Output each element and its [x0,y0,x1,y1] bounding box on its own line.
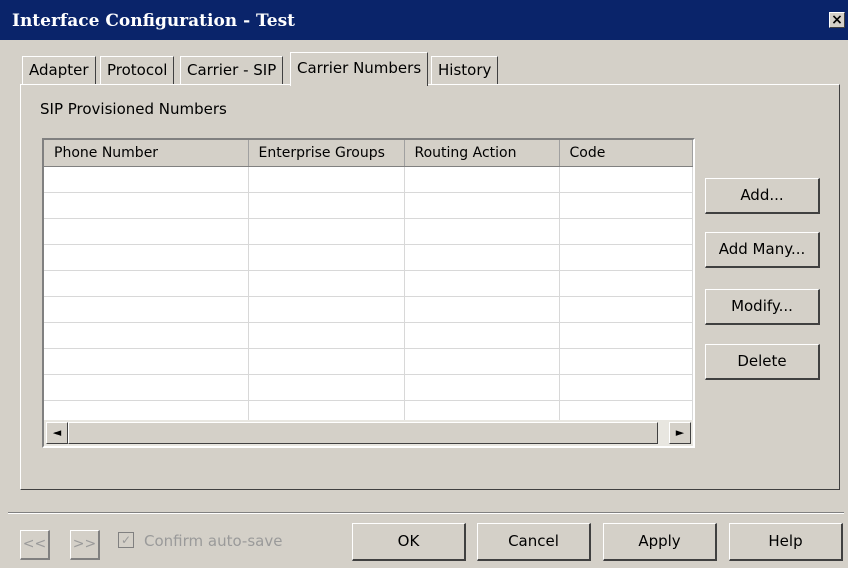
next-button[interactable]: >> [70,530,100,560]
footer-separator [8,512,844,514]
help-button[interactable]: Help [729,523,843,561]
ok-button[interactable]: OK [352,523,466,561]
tab-carrier-numbers[interactable]: Carrier Numbers [290,52,429,86]
window-title: Interface Configuration - Test [12,11,295,31]
tab-protocol[interactable]: Protocol [100,56,175,84]
tab-carrier-sip[interactable]: Carrier - SIP [180,56,284,84]
tab-panel [20,84,840,490]
title-bar: Interface Configuration - Test × [0,0,848,40]
previous-button[interactable]: << [20,530,50,560]
cancel-button[interactable]: Cancel [477,523,591,561]
close-button[interactable]: × [829,12,845,28]
auto-save-checkbox[interactable]: ✓ [118,532,134,548]
tab-history[interactable]: History [431,56,499,84]
apply-button[interactable]: Apply [603,523,717,561]
tab-adapter[interactable]: Adapter [22,56,96,84]
auto-save-label: Confirm auto-save [144,532,283,550]
